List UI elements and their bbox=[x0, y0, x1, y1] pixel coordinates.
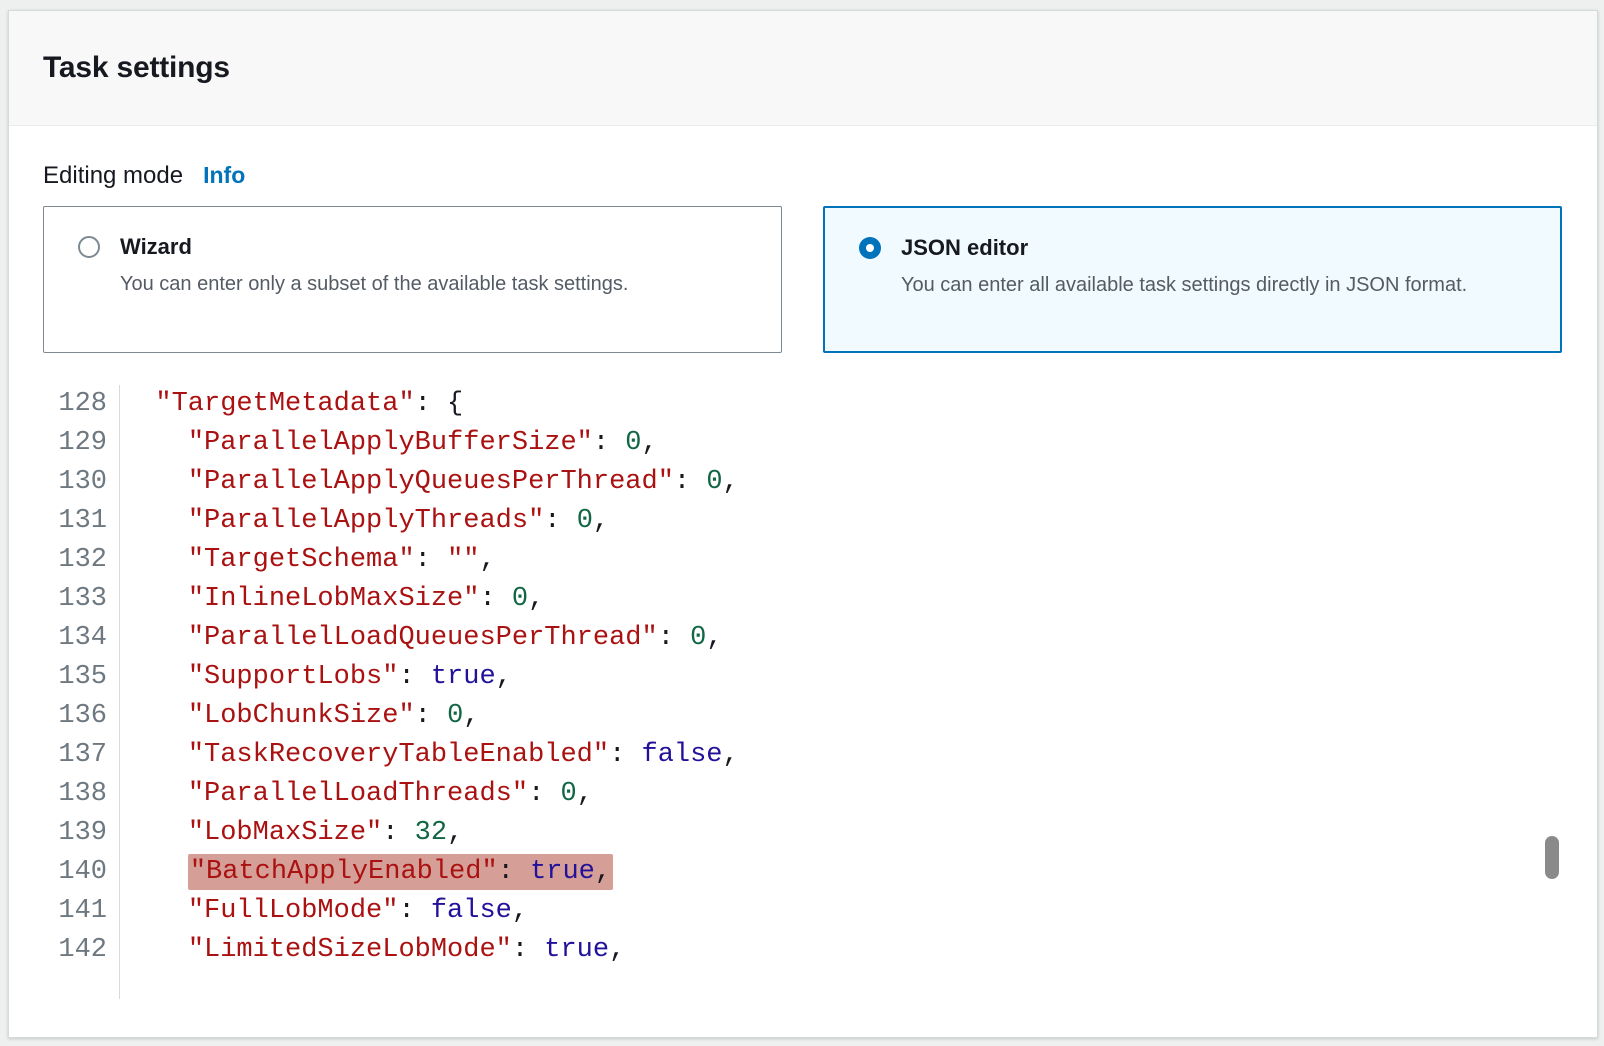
code-line-137[interactable]: 137 "TaskRecoveryTableEnabled": false, bbox=[9, 736, 1597, 775]
code-line-141[interactable]: 141 "FullLobMode": false, bbox=[9, 892, 1597, 931]
line-number: 133 bbox=[9, 580, 107, 619]
code-line-138[interactable]: 138 "ParallelLoadThreads": 0, bbox=[9, 775, 1597, 814]
line-number: 135 bbox=[9, 658, 107, 697]
line-number: 128 bbox=[9, 385, 107, 424]
line-number: 140 bbox=[9, 853, 107, 892]
code-line-text: "ParallelApplyBufferSize": 0, bbox=[107, 424, 658, 463]
code-line-text: "ParallelApplyThreads": 0, bbox=[107, 502, 609, 541]
line-number: 134 bbox=[9, 619, 107, 658]
code-line-129[interactable]: 129 "ParallelApplyBufferSize": 0, bbox=[9, 424, 1597, 463]
line-number: 137 bbox=[9, 736, 107, 775]
code-line-133[interactable]: 133 "InlineLobMaxSize": 0, bbox=[9, 580, 1597, 619]
code-line-136[interactable]: 136 "LobChunkSize": 0, bbox=[9, 697, 1597, 736]
panel-title: Task settings bbox=[43, 51, 230, 85]
line-number: 141 bbox=[9, 892, 107, 931]
editing-mode-cards: Wizard You can enter only a subset of the… bbox=[43, 206, 1597, 353]
code-line-140[interactable]: 140 "BatchApplyEnabled": true, bbox=[9, 853, 1597, 892]
code-line-142[interactable]: 142 "LimitedSizeLobMode": true, bbox=[9, 931, 1597, 970]
code-line-text: "LimitedSizeLobMode": true, bbox=[107, 931, 625, 970]
code-line-132[interactable]: 132 "TargetSchema": "", bbox=[9, 541, 1597, 580]
code-line-text: "LobMaxSize": 32, bbox=[107, 814, 463, 853]
code-line-text: "TargetMetadata": { bbox=[107, 385, 463, 424]
code-line-128[interactable]: 128 "TargetMetadata": { bbox=[9, 385, 1597, 424]
option-label: Wizard bbox=[120, 233, 628, 261]
option-text: JSON editor You can enter all available t… bbox=[901, 234, 1467, 301]
editing-mode-row: Editing mode Info bbox=[43, 162, 1597, 190]
page-background: { "header": { "title": "Task settings" }… bbox=[0, 0, 1604, 1046]
line-number: 132 bbox=[9, 541, 107, 580]
code-line-135[interactable]: 135 "SupportLobs": true, bbox=[9, 658, 1597, 697]
option-text: Wizard You can enter only a subset of the… bbox=[120, 233, 628, 300]
json-code-editor[interactable]: 128 "TargetMetadata": {129 "ParallelAppl… bbox=[9, 385, 1597, 970]
code-line-text: "BatchApplyEnabled": true, bbox=[107, 853, 613, 892]
option-card-wizard[interactable]: Wizard You can enter only a subset of the… bbox=[43, 206, 782, 353]
line-number: 138 bbox=[9, 775, 107, 814]
code-line-131[interactable]: 131 "ParallelApplyThreads": 0, bbox=[9, 502, 1597, 541]
line-number: 129 bbox=[9, 424, 107, 463]
highlighted-code: "BatchApplyEnabled": true, bbox=[188, 854, 613, 890]
code-line-139[interactable]: 139 "LobMaxSize": 32, bbox=[9, 814, 1597, 853]
code-line-text: "InlineLobMaxSize": 0, bbox=[107, 580, 544, 619]
line-number: 136 bbox=[9, 697, 107, 736]
option-description: You can enter only a subset of the avail… bbox=[120, 269, 628, 300]
code-line-text: "FullLobMode": false, bbox=[107, 892, 528, 931]
line-number: 139 bbox=[9, 814, 107, 853]
code-line-text: "LobChunkSize": 0, bbox=[107, 697, 479, 736]
code-line-134[interactable]: 134 "ParallelLoadQueuesPerThread": 0, bbox=[9, 619, 1597, 658]
line-number: 131 bbox=[9, 502, 107, 541]
line-number: 130 bbox=[9, 463, 107, 502]
info-link[interactable]: Info bbox=[203, 162, 245, 189]
json-editor-radio-button[interactable] bbox=[859, 237, 881, 259]
code-line-text: "ParallelLoadQueuesPerThread": 0, bbox=[107, 619, 723, 658]
code-line-text: "SupportLobs": true, bbox=[107, 658, 512, 697]
task-settings-panel: Task settings Editing mode Info Wizard Yo… bbox=[8, 10, 1598, 1038]
wizard-radio-button[interactable] bbox=[78, 236, 100, 258]
line-number: 142 bbox=[9, 931, 107, 970]
option-card-row: Wizard You can enter only a subset of the… bbox=[44, 207, 781, 300]
code-line-text: "ParallelApplyQueuesPerThread": 0, bbox=[107, 463, 739, 502]
editing-mode-label: Editing mode bbox=[43, 162, 183, 190]
code-line-text: "TargetSchema": "", bbox=[107, 541, 496, 580]
code-line-130[interactable]: 130 "ParallelApplyQueuesPerThread": 0, bbox=[9, 463, 1597, 502]
option-card-row: JSON editor You can enter all available t… bbox=[825, 208, 1560, 301]
option-description: You can enter all available task setting… bbox=[901, 270, 1467, 301]
option-card-json-editor[interactable]: JSON editor You can enter all available t… bbox=[823, 206, 1562, 353]
panel-header: Task settings bbox=[9, 11, 1597, 126]
code-line-text: "TaskRecoveryTableEnabled": false, bbox=[107, 736, 739, 775]
scrollbar-thumb[interactable] bbox=[1545, 836, 1559, 879]
code-line-text: "ParallelLoadThreads": 0, bbox=[107, 775, 593, 814]
option-label: JSON editor bbox=[901, 234, 1467, 262]
